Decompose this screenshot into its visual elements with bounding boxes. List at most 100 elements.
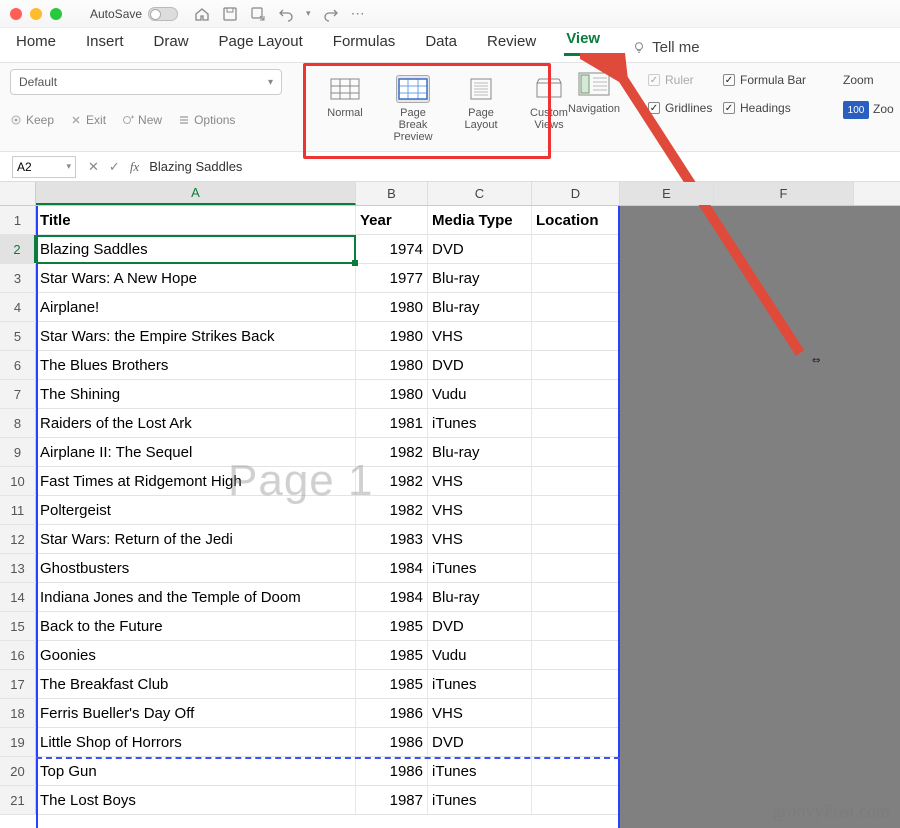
column-header-a[interactable]: A [36,182,356,205]
cell[interactable]: 1982 [356,438,428,466]
cell[interactable]: 1980 [356,380,428,408]
tab-home[interactable]: Home [14,31,58,56]
cell[interactable]: The Blues Brothers [36,351,356,379]
cell[interactable] [532,351,620,379]
cell[interactable]: Location [532,206,620,234]
save-icon[interactable] [222,6,238,22]
close-window-button[interactable] [10,8,22,20]
cell[interactable]: Indiana Jones and the Temple of Doom [36,583,356,611]
cell[interactable]: 1982 [356,496,428,524]
column-header-e[interactable]: E [620,182,714,205]
cell[interactable]: VHS [428,467,532,495]
cell[interactable]: Back to the Future [36,612,356,640]
cell[interactable] [532,670,620,698]
page-layout-view-button[interactable]: Page Layout [454,75,508,143]
row-header[interactable]: 1 [0,206,36,234]
fx-icon[interactable]: fx [130,159,139,175]
cell[interactable]: iTunes [428,757,532,785]
cell[interactable]: 1974 [356,235,428,263]
row-header[interactable]: 15 [0,612,36,640]
formula-input[interactable]: Blazing Saddles [145,159,900,174]
cell[interactable]: Fast Times at Ridgemont High [36,467,356,495]
cell[interactable]: 1985 [356,670,428,698]
cell[interactable]: iTunes [428,670,532,698]
cell[interactable]: The Lost Boys [36,786,356,814]
column-header-d[interactable]: D [532,182,620,205]
cancel-formula-icon[interactable]: ✕ [88,159,99,175]
cell[interactable]: 1986 [356,757,428,785]
tab-insert[interactable]: Insert [84,31,126,56]
navigation-button[interactable]: Navigation [568,69,620,115]
tell-me-search[interactable]: Tell me [632,39,700,56]
cell[interactable]: 1986 [356,699,428,727]
cell[interactable]: 1980 [356,293,428,321]
sheet-view-select[interactable]: Default ▾ [10,69,282,95]
column-header-f[interactable]: F [714,182,854,205]
tab-view[interactable]: View [564,28,602,56]
column-header-c[interactable]: C [428,182,532,205]
cell[interactable] [532,612,620,640]
column-header-b[interactable]: B [356,182,428,205]
cell[interactable] [532,525,620,553]
gridlines-checkbox[interactable]: ✓Gridlines [648,101,712,115]
cell[interactable]: 1980 [356,351,428,379]
cell[interactable]: Year [356,206,428,234]
cell[interactable]: DVD [428,728,532,756]
cell[interactable]: Star Wars: A New Hope [36,264,356,292]
cell[interactable]: 1986 [356,728,428,756]
cell[interactable] [532,728,620,756]
cell[interactable] [532,380,620,408]
cell[interactable]: Blu-ray [428,583,532,611]
cell[interactable]: 1984 [356,554,428,582]
select-all-corner[interactable] [0,182,36,205]
exit-button[interactable]: Exit [70,113,106,127]
cell[interactable]: 1983 [356,525,428,553]
cell[interactable]: VHS [428,525,532,553]
cell[interactable]: Star Wars: the Empire Strikes Back [36,322,356,350]
row-header[interactable]: 10 [0,467,36,495]
cell[interactable]: Little Shop of Horrors [36,728,356,756]
ruler-checkbox[interactable]: ✓Ruler [648,73,712,87]
row-header[interactable]: 6 [0,351,36,379]
cell[interactable]: Ghostbusters [36,554,356,582]
cell[interactable]: Blu-ray [428,293,532,321]
cell[interactable]: The Breakfast Club [36,670,356,698]
row-header[interactable]: 8 [0,409,36,437]
row-header[interactable]: 13 [0,554,36,582]
zoom-100-button[interactable]: 100Zoo [843,101,894,119]
cell[interactable]: Airplane! [36,293,356,321]
new-button[interactable]: New [122,113,162,127]
autosave-toggle[interactable] [148,7,178,21]
cell[interactable]: 1977 [356,264,428,292]
cell[interactable]: 1982 [356,467,428,495]
tab-draw[interactable]: Draw [152,31,191,56]
keep-button[interactable]: Keep [10,113,54,127]
options-button[interactable]: Options [178,113,235,127]
minimize-window-button[interactable] [30,8,42,20]
cell[interactable]: Vudu [428,641,532,669]
redo-icon[interactable] [323,6,339,22]
cell[interactable]: 1984 [356,583,428,611]
cell[interactable]: Top Gun [36,757,356,785]
tab-formulas[interactable]: Formulas [331,31,398,56]
cell[interactable]: Poltergeist [36,496,356,524]
row-header[interactable]: 17 [0,670,36,698]
formula-bar-checkbox[interactable]: ✓Formula Bar [723,73,806,87]
cell[interactable]: Raiders of the Lost Ark [36,409,356,437]
spreadsheet-grid[interactable]: A B C D E F 1TitleYearMedia TypeLocation… [0,182,900,828]
cell[interactable]: DVD [428,351,532,379]
row-header[interactable]: 16 [0,641,36,669]
cell[interactable] [532,322,620,350]
cell[interactable]: Blazing Saddles [36,235,356,263]
row-header[interactable]: 4 [0,293,36,321]
cell[interactable] [532,583,620,611]
cell[interactable] [532,699,620,727]
tab-data[interactable]: Data [423,31,459,56]
cell[interactable] [532,641,620,669]
cell[interactable]: Airplane II: The Sequel [36,438,356,466]
normal-view-button[interactable]: Normal [318,75,372,143]
row-header[interactable]: 7 [0,380,36,408]
cell[interactable]: The Shining [36,380,356,408]
row-header[interactable]: 5 [0,322,36,350]
cell[interactable] [532,496,620,524]
